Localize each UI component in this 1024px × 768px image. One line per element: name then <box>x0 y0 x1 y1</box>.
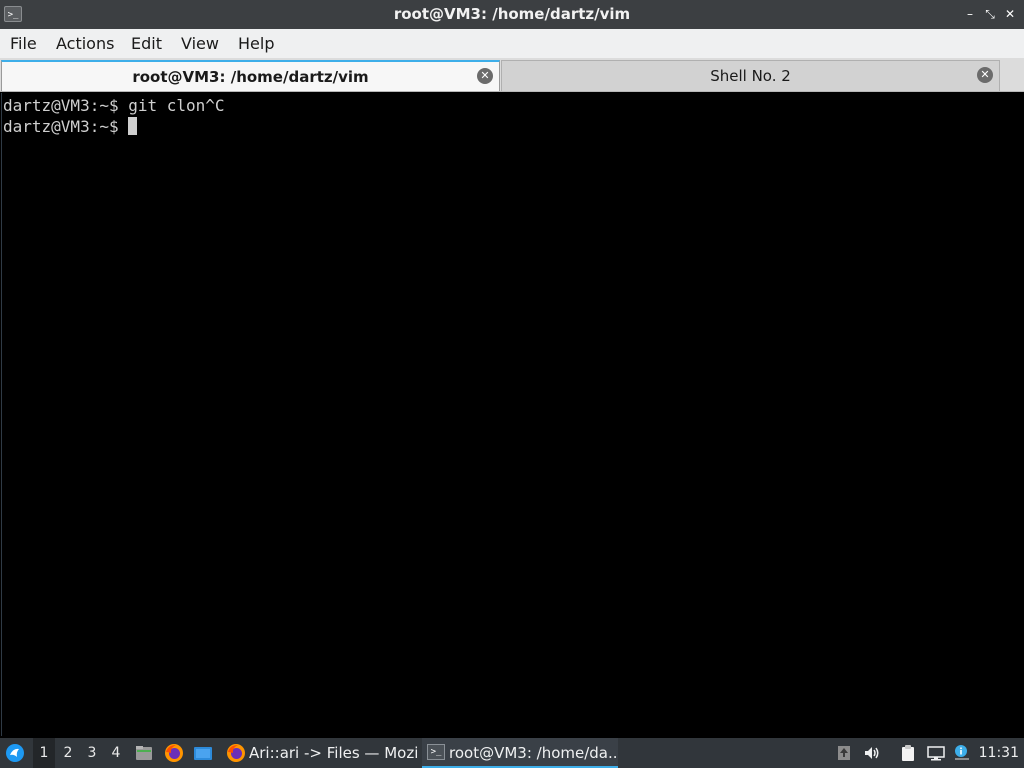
menu-view[interactable]: View <box>181 29 219 58</box>
network-icon[interactable] <box>927 744 945 762</box>
desktop-3-button[interactable]: 3 <box>81 738 103 768</box>
taskbar: 1 2 3 4 Ari::ari -> Files — Mozi... >_ r… <box>0 738 1024 768</box>
file-manager-icon[interactable] <box>134 743 154 763</box>
terminal-line: dartz@VM3:~$ git clon^C <box>3 96 225 115</box>
task-label: root@VM3: /home/da... <box>449 744 618 762</box>
text-cursor <box>128 117 138 135</box>
menu-edit[interactable]: Edit <box>131 29 162 58</box>
menu-actions[interactable]: Actions <box>56 29 114 58</box>
terminal-output[interactable]: dartz@VM3:~$ git clon^C dartz@VM3:~$ <box>1 93 1023 736</box>
update-notifier-icon[interactable] <box>835 744 853 762</box>
close-tab-icon[interactable]: ✕ <box>477 68 493 84</box>
task-terminal[interactable]: >_ root@VM3: /home/da... <box>422 738 618 768</box>
menu-file[interactable]: File <box>10 29 37 58</box>
terminal-window: >_ root@VM3: /home/dartz/vim – ⤡ ✕ File … <box>0 0 1024 738</box>
firefox-icon[interactable] <box>164 743 184 763</box>
minimize-button[interactable]: – <box>962 6 978 22</box>
clock[interactable]: 11:31 <box>979 738 1019 768</box>
menu-help[interactable]: Help <box>238 29 274 58</box>
terminal-icon: >_ <box>427 744 445 760</box>
close-button[interactable]: ✕ <box>1002 6 1018 22</box>
show-desktop-icon[interactable] <box>193 743 213 763</box>
start-menu-icon[interactable] <box>5 743 25 763</box>
desktop-2-button[interactable]: 2 <box>57 738 79 768</box>
tab-root-shell[interactable]: root@VM3: /home/dartz/vim ✕ <box>1 60 500 91</box>
firefox-icon <box>226 743 246 763</box>
menu-bar: File Actions Edit View Help <box>0 29 1024 58</box>
title-bar[interactable]: >_ root@VM3: /home/dartz/vim – ⤡ ✕ <box>0 0 1024 29</box>
task-firefox[interactable]: Ari::ari -> Files — Mozi... <box>222 738 418 768</box>
window-title: root@VM3: /home/dartz/vim <box>393 5 631 23</box>
tab-shell-2[interactable]: Shell No. 2 ✕ <box>501 60 1000 91</box>
desktop-4-button[interactable]: 4 <box>105 738 127 768</box>
desktop-1-button[interactable]: 1 <box>33 738 55 768</box>
tab-label: Shell No. 2 <box>710 67 791 85</box>
tab-label: root@VM3: /home/dartz/vim <box>132 68 369 86</box>
volume-icon[interactable] <box>863 744 881 762</box>
clipboard-icon[interactable] <box>899 744 917 762</box>
tab-bar: root@VM3: /home/dartz/vim ✕ Shell No. 2 … <box>0 58 1024 92</box>
close-tab-icon[interactable]: ✕ <box>977 67 993 83</box>
restore-button[interactable]: ⤡ <box>982 6 998 22</box>
terminal-line: dartz@VM3:~$ <box>3 116 1022 137</box>
info-icon[interactable] <box>953 744 971 762</box>
task-label: Ari::ari -> Files — Mozi... <box>249 744 418 762</box>
